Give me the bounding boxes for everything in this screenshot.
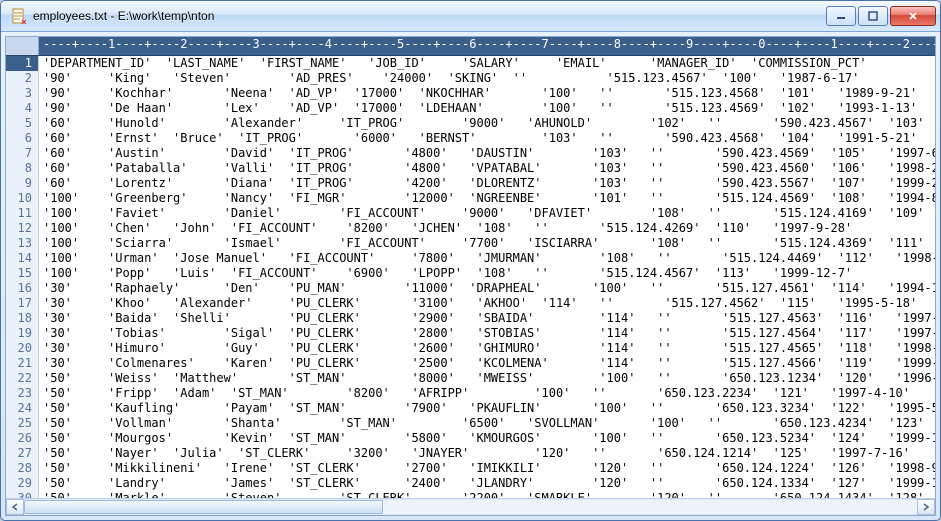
minimize-button[interactable] [826,6,856,26]
text-line[interactable]: '50' 'Vollman' 'Shanta' 'ST_MAN' '6500' … [43,416,935,431]
editor-client: ----+----1----+----2----+----3----+----4… [5,36,936,516]
line-number[interactable]: 6 [6,131,38,146]
text-line[interactable]: '60' 'Pataballa' 'Valli' 'IT_PROG' '4800… [43,161,935,176]
line-number[interactable]: 28 [6,461,38,476]
text-line[interactable]: '100' 'Greenberg' 'Nancy' 'FI_MGR' '1200… [43,191,935,206]
scroll-right-button[interactable] [917,499,935,515]
text-line[interactable]: '30' 'Khoo' 'Alexander' 'PU_CLERK' '3100… [43,296,935,311]
app-window: employees.txt - E:\work\temp\nton ----+-… [0,0,941,521]
line-number[interactable]: 8 [6,161,38,176]
line-number[interactable]: 24 [6,401,38,416]
app-icon [11,8,27,24]
text-line[interactable]: '100' 'Popp' 'Luis' 'FI_ACCOUNT' '6900' … [43,266,935,281]
line-number[interactable]: 3 [6,86,38,101]
text-line[interactable]: '30' 'Baida' 'Shelli' 'PU_CLERK' '2900' … [43,311,935,326]
text-line[interactable]: '100' 'Urman' 'Jose Manuel' 'FI_ACCOUNT'… [43,251,935,266]
text-line[interactable]: 'DEPARTMENT_ID' 'LAST_NAME' 'FIRST_NAME'… [43,56,935,71]
line-number[interactable]: 26 [6,431,38,446]
close-button[interactable] [890,6,936,26]
text-line[interactable]: '30' 'Raphaely' 'Den' 'PU_MAN' '11000' '… [43,281,935,296]
line-number[interactable]: 5 [6,116,38,131]
line-number[interactable]: 7 [6,146,38,161]
text-line[interactable]: '50' 'Mikkilineni' 'Irene' 'ST_CLERK' '2… [43,461,935,476]
text-line[interactable]: '50' 'Markle' 'Steven' 'ST_CLERK' '2200'… [43,491,935,498]
text-line[interactable]: '50' 'Mourgos' 'Kevin' 'ST_MAN' '5800' '… [43,431,935,446]
text-line[interactable]: '50' 'Nayer' 'Julia' 'ST_CLERK' '3200' '… [43,446,935,461]
text-area[interactable]: 'DEPARTMENT_ID' 'LAST_NAME' 'FIRST_NAME'… [39,56,935,498]
text-line[interactable]: '100' 'Chen' 'John' 'FI_ACCOUNT' '8200' … [43,221,935,236]
text-line[interactable]: '60' 'Ernst' 'Bruce' 'IT_PROG' '6000' 'B… [43,131,935,146]
line-number[interactable]: 25 [6,416,38,431]
text-line[interactable]: '90' 'De Haan' 'Lex' 'AD_VP' '17000' 'LD… [43,101,935,116]
scroll-thumb[interactable] [24,500,383,514]
line-number[interactable]: 15 [6,266,38,281]
scroll-left-button[interactable] [6,499,24,515]
gutter-header [6,37,39,55]
text-line[interactable]: '100' 'Sciarra' 'Ismael' 'FI_ACCOUNT' '7… [43,236,935,251]
line-number[interactable]: 21 [6,356,38,371]
line-number[interactable]: 19 [6,326,38,341]
line-number[interactable]: 20 [6,341,38,356]
text-line[interactable]: '30' 'Tobias' 'Sigal' 'PU_CLERK' '2800' … [43,326,935,341]
line-number[interactable]: 16 [6,281,38,296]
line-number[interactable]: 9 [6,176,38,191]
line-number[interactable]: 18 [6,311,38,326]
text-editor[interactable]: 1234567891011121314151617181920212223242… [6,56,935,498]
ruler-row: ----+----1----+----2----+----3----+----4… [6,37,935,56]
line-number[interactable]: 17 [6,296,38,311]
line-number[interactable]: 22 [6,371,38,386]
text-line[interactable]: '50' 'Landry' 'James' 'ST_CLERK' '2400' … [43,476,935,491]
line-number[interactable]: 1 [6,56,38,71]
line-number[interactable]: 13 [6,236,38,251]
line-number-gutter[interactable]: 1234567891011121314151617181920212223242… [6,56,39,498]
line-number[interactable]: 12 [6,221,38,236]
line-number[interactable]: 11 [6,206,38,221]
window-title: employees.txt - E:\work\temp\nton [33,9,826,23]
line-number[interactable]: 30 [6,491,38,498]
line-number[interactable]: 14 [6,251,38,266]
text-line[interactable]: '50' 'Fripp' 'Adam' 'ST_MAN' '8200' 'AFR… [43,386,935,401]
horizontal-scrollbar[interactable] [6,498,935,515]
titlebar[interactable]: employees.txt - E:\work\temp\nton [1,1,940,32]
maximize-button[interactable] [858,6,888,26]
column-ruler: ----+----1----+----2----+----3----+----4… [39,37,935,55]
text-line[interactable]: '60' 'Lorentz' 'Diana' 'IT_PROG' '4200' … [43,176,935,191]
text-line[interactable]: '100' 'Faviet' 'Daniel' 'FI_ACCOUNT' '90… [43,206,935,221]
text-line[interactable]: '50' 'Kaufling' 'Payam' 'ST_MAN' '7900' … [43,401,935,416]
text-line[interactable]: '90' 'King' 'Steven' 'AD_PRES' '24000' '… [43,71,935,86]
line-number[interactable]: 2 [6,71,38,86]
line-number[interactable]: 4 [6,101,38,116]
line-number[interactable]: 29 [6,476,38,491]
text-line[interactable]: '30' 'Colmenares' 'Karen' 'PU_CLERK' '25… [43,356,935,371]
text-line[interactable]: '30' 'Himuro' 'Guy' 'PU_CLERK' '2600' 'G… [43,341,935,356]
window-buttons [826,6,936,26]
line-number[interactable]: 23 [6,386,38,401]
text-line[interactable]: '60' 'Austin' 'David' 'IT_PROG' '4800' '… [43,146,935,161]
text-line[interactable]: '90' 'Kochhar' 'Neena' 'AD_VP' '17000' '… [43,86,935,101]
text-line[interactable]: '50' 'Weiss' 'Matthew' 'ST_MAN' '8000' '… [43,371,935,386]
scroll-track[interactable] [24,499,917,515]
line-number[interactable]: 10 [6,191,38,206]
text-line[interactable]: '60' 'Hunold' 'Alexander' 'IT_PROG' '900… [43,116,935,131]
line-number[interactable]: 27 [6,446,38,461]
